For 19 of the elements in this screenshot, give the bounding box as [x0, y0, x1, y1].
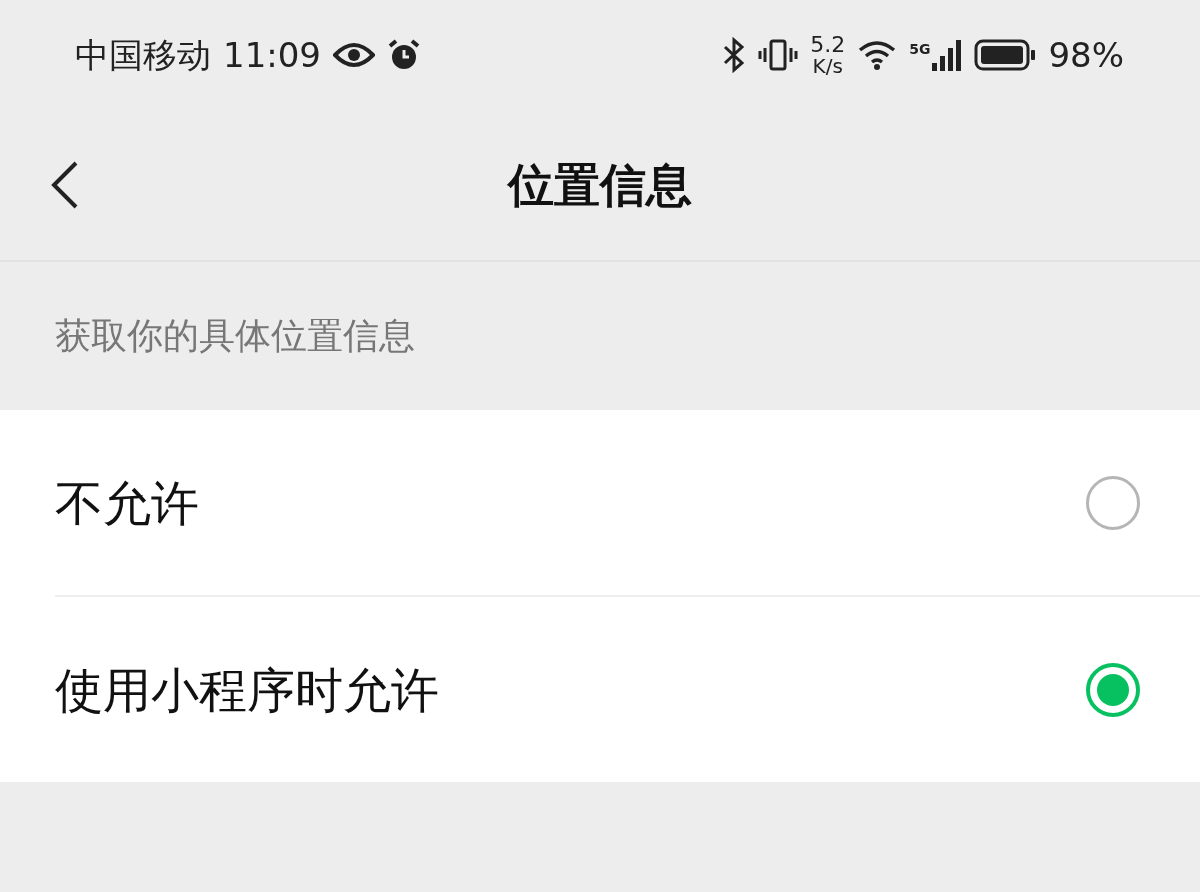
radio-button[interactable] — [1086, 475, 1140, 530]
wifi-icon — [857, 39, 898, 71]
bluetooth-icon — [722, 37, 747, 73]
section-label: 获取你的具体位置信息 — [55, 314, 415, 358]
speed-unit: K/s — [812, 56, 843, 76]
alarm-icon — [387, 38, 421, 72]
vibrate-icon — [758, 38, 799, 72]
carrier-text: 中国移动 — [75, 33, 211, 77]
option-row[interactable]: 使用小程序时允许 — [0, 597, 1200, 782]
network-type: 5G — [909, 40, 931, 59]
eye-icon — [333, 41, 375, 69]
signal-icon — [932, 39, 963, 71]
page-title: 位置信息 — [508, 156, 692, 214]
battery-icon — [974, 39, 1037, 71]
radio-button[interactable] — [1086, 662, 1140, 717]
battery-percent: 98% — [1048, 33, 1124, 77]
option-row[interactable]: 不允许 — [0, 410, 1200, 595]
speed-value: 5.2 — [810, 34, 846, 56]
clock-time: 11:09 — [223, 33, 321, 77]
